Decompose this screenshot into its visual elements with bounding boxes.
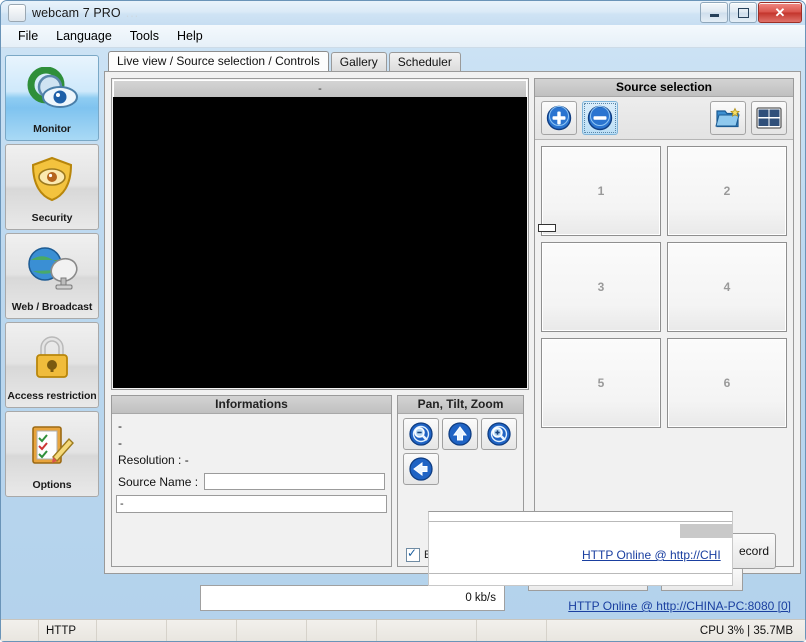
ptz-title: Pan, Tilt, Zoom: [398, 396, 523, 414]
source-cell[interactable]: 4: [667, 242, 787, 332]
info-line-1: -: [118, 419, 122, 433]
sidebar: Monitor Security Web / Broadcast Access …: [5, 51, 99, 619]
status-cell-6: [377, 620, 477, 641]
source-cell[interactable]: 2: [667, 146, 787, 236]
monitor-eye-icon: [6, 56, 98, 124]
menu-item-file[interactable]: File: [9, 27, 47, 45]
informations-title: Informations: [112, 396, 391, 414]
overlay-gray-block: [680, 524, 732, 538]
source-selection-title: Source selection: [535, 79, 793, 97]
clipboard-pencil-icon: [6, 412, 98, 480]
menu-item-tools[interactable]: Tools: [121, 27, 168, 45]
video-preview-container: -: [111, 78, 529, 390]
minimize-button[interactable]: [700, 2, 728, 23]
source-marker: [538, 224, 556, 232]
overlay-popup: HTTP Online @ http://CHI: [428, 511, 733, 586]
source-name-label: Source Name :: [118, 474, 199, 489]
sidebar-item-security[interactable]: Security: [5, 144, 99, 230]
sidebar-item-label: Web / Broadcast: [11, 301, 93, 314]
shield-eye-icon: [6, 145, 98, 213]
app-icon: [8, 4, 26, 22]
overlay-divider-top: [429, 521, 732, 522]
sidebar-item-web-broadcast[interactable]: Web / Broadcast: [5, 233, 99, 319]
status-cell-http: HTTP: [39, 620, 97, 641]
info-resolution: Resolution : -: [118, 453, 189, 467]
sidebar-item-monitor[interactable]: Monitor: [5, 55, 99, 141]
source-name-row: Source Name :: [118, 473, 385, 490]
tab-scheduler[interactable]: Scheduler: [388, 52, 461, 71]
folder-star-icon[interactable]: [710, 101, 746, 135]
close-button[interactable]: ✕: [758, 2, 802, 23]
menu-item-language[interactable]: Language: [47, 27, 121, 45]
remove-source-button[interactable]: [582, 101, 618, 135]
source-cell[interactable]: 5: [541, 338, 661, 428]
menu-item-help[interactable]: Help: [168, 27, 212, 45]
status-cpu-memory: CPU 3% | 35.7MB: [699, 624, 793, 637]
status-cell-0: [1, 620, 39, 641]
window-title: webcam 7 PRO: [32, 6, 121, 20]
grid-layout-button[interactable]: [751, 101, 787, 135]
video-header-title: -: [113, 80, 527, 97]
sidebar-item-label: Access restriction: [7, 390, 97, 403]
informations-bottom-input[interactable]: [116, 495, 387, 513]
status-cell-5: [307, 620, 377, 641]
status-cell-2: [97, 620, 167, 641]
source-grid: 1 2 3 4 5 6: [535, 140, 793, 566]
body-area: Monitor Security Web / Broadcast Access …: [1, 48, 805, 619]
menu-bar: File Language Tools Help: [1, 25, 805, 48]
informations-panel: Informations - - Resolution : - Source N…: [111, 395, 392, 567]
left-column: - Informations - - Resolution : - Source…: [111, 78, 529, 567]
ptz-body: [398, 414, 523, 485]
minimize-icon: [709, 13, 719, 17]
sidebar-item-options[interactable]: Options: [5, 411, 99, 497]
source-name-input[interactable]: [204, 473, 385, 490]
status-bar: HTTP CPU 3% | 35.7MB: [1, 619, 805, 641]
maximize-button[interactable]: [729, 2, 757, 23]
source-cell[interactable]: 3: [541, 242, 661, 332]
window-controls: ✕: [699, 2, 802, 23]
tab-panel: - Informations - - Resolution : - Source…: [104, 71, 801, 574]
add-source-button[interactable]: [541, 101, 577, 135]
ptz-row-top: [403, 418, 519, 450]
sidebar-item-label: Options: [32, 479, 72, 492]
maximize-icon: [737, 7, 749, 18]
source-cell[interactable]: 1: [541, 146, 661, 236]
sidebar-item-label: Security: [31, 212, 73, 225]
overlay-divider-bottom: [429, 573, 732, 574]
sidebar-item-label: Monitor: [33, 123, 71, 136]
status-cell-4: [237, 620, 307, 641]
tab-strip: Live view / Source selection / Controls …: [104, 51, 801, 71]
status-cell-spacer: [547, 620, 693, 641]
source-selection-panel: Source selection 1 2 3 4 5 6: [534, 78, 794, 567]
source-cell[interactable]: 6: [667, 338, 787, 428]
close-icon: ✕: [774, 5, 786, 20]
application-window: webcam 7 PRO ... ✕ File Language Tools H…: [0, 0, 806, 642]
status-cell-3: [167, 620, 237, 641]
title-bar: webcam 7 PRO ... ✕: [1, 1, 805, 25]
status-cell-7: [477, 620, 547, 641]
zoom-in-icon[interactable]: [481, 418, 517, 450]
zoom-out-icon[interactable]: [403, 418, 439, 450]
sidebar-item-access-restriction[interactable]: Access restriction: [5, 322, 99, 408]
checkbox-icon: [406, 546, 420, 562]
tab-gallery[interactable]: Gallery: [330, 52, 387, 71]
informations-body: - - Resolution : - Source Name :: [112, 414, 391, 490]
video-screen[interactable]: [113, 97, 527, 388]
pan-left-icon[interactable]: [403, 453, 439, 485]
source-selection-toolbar: [535, 97, 793, 140]
overlay-http-online-link[interactable]: HTTP Online @ http://CHI: [582, 548, 721, 562]
window-title-ghost: ...: [125, 6, 140, 20]
padlock-icon: [6, 323, 98, 391]
http-online-link[interactable]: HTTP Online @ http://CHINA-PC:8080 [0]: [568, 599, 791, 613]
tab-live-view[interactable]: Live view / Source selection / Controls: [108, 51, 329, 71]
tilt-up-icon[interactable]: [442, 418, 478, 450]
info-line-2: -: [118, 436, 122, 450]
ptz-row-bottom: [403, 453, 519, 485]
bandwidth-field: 0 kb/s: [200, 585, 505, 611]
globe-dish-icon: [6, 234, 98, 302]
